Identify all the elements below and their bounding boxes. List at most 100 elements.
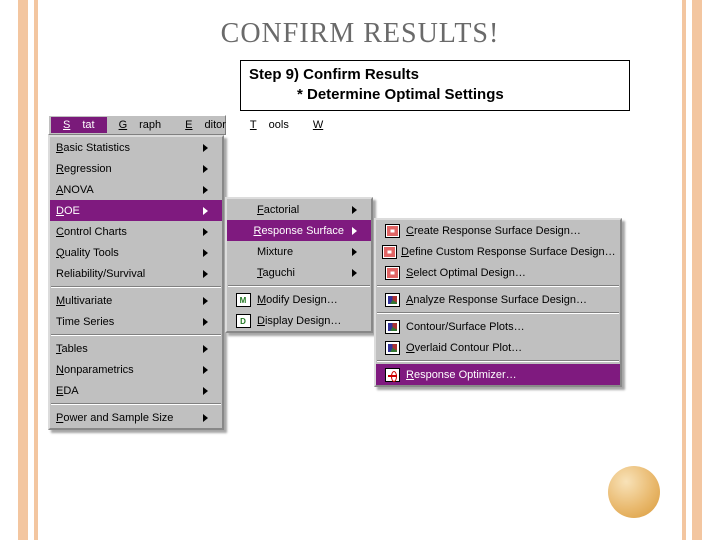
menu-item-label: Time Series — [56, 316, 195, 328]
menu-item[interactable]: Basic Statistics — [50, 137, 222, 158]
submenu-arrow-icon — [203, 345, 208, 353]
submenu-arrow-icon — [203, 144, 208, 152]
menu-item[interactable]: Response Optimizer… — [376, 364, 620, 385]
menu-item[interactable]: Create Response Surface Design… — [376, 220, 620, 241]
menu-item[interactable]: Factorial — [227, 199, 371, 220]
menu-item-label: Contour/Surface Plots… — [406, 321, 606, 333]
menu-item[interactable]: Multivariate — [50, 290, 222, 311]
submenu-arrow-icon — [203, 270, 208, 278]
blank-icon — [233, 223, 249, 239]
submenu-arrow-icon — [352, 269, 357, 277]
blank-icon — [233, 244, 253, 260]
submenu-arrow-icon — [352, 227, 357, 235]
menu-item-label: Quality Tools — [56, 247, 195, 259]
page-title: CONFIRM RESULTS! — [0, 18, 720, 50]
submenu-arrow-icon — [352, 248, 357, 256]
menu-item[interactable]: Select Optimal Design… — [376, 262, 620, 283]
menu-item[interactable]: MModify Design… — [227, 289, 371, 310]
menu-separator — [51, 334, 221, 336]
menu-item-label: Regression — [56, 163, 195, 175]
menu-item[interactable]: Overlaid Contour Plot… — [376, 337, 620, 358]
menu-separator — [228, 285, 370, 287]
menu-item-label: Response Surface — [253, 225, 344, 237]
menu-item-label: Tables — [56, 343, 195, 355]
menu-item[interactable]: Contour/Surface Plots… — [376, 316, 620, 337]
grid-icon — [382, 223, 402, 239]
response-surface-submenu: Create Response Surface Design… Define Cu… — [374, 218, 622, 387]
menu-item[interactable]: Nonparametrics — [50, 359, 222, 380]
menu-item[interactable]: Regression — [50, 158, 222, 179]
menu-item[interactable]: DOE — [50, 200, 222, 221]
menu-item-label: Control Charts — [56, 226, 195, 238]
menu-item-label: Mixture — [257, 246, 344, 258]
opt-icon — [382, 367, 402, 383]
menu-editor[interactable]: Editor — [173, 117, 238, 133]
menu-item[interactable]: Mixture — [227, 241, 371, 262]
blank-icon — [233, 202, 253, 218]
menu-item[interactable]: Quality Tools — [50, 242, 222, 263]
menu-item-label: EDA — [56, 385, 195, 397]
menu-item-label: Power and Sample Size — [56, 412, 195, 424]
menu-item[interactable]: Response Surface — [227, 220, 371, 241]
menu-item[interactable]: Time Series — [50, 311, 222, 332]
step-callout: Step 9) Confirm Results * Determine Opti… — [240, 60, 630, 111]
submenu-arrow-icon — [203, 297, 208, 305]
chart-icon — [382, 292, 402, 308]
menubar: Stat Graph Editor Tools W — [48, 115, 226, 135]
menu-separator — [377, 285, 619, 287]
submenu-arrow-icon — [203, 414, 208, 422]
submenu-arrow-icon — [203, 165, 208, 173]
menu-item-label: Multivariate — [56, 295, 195, 307]
menu-item[interactable]: Power and Sample Size — [50, 407, 222, 428]
submenu-arrow-icon — [203, 318, 208, 326]
menu-item[interactable]: EDA — [50, 380, 222, 401]
step-line-1: Step 9) Confirm Results — [249, 65, 621, 85]
stat-menu: Basic Statistics Regression ANOVA DOE Contro… — [48, 135, 224, 430]
menu-item-label: Basic Statistics — [56, 142, 195, 154]
grid-icon — [382, 244, 397, 260]
doe-submenu: Factorial Response Surface Mixture Taguchi M… — [225, 197, 373, 333]
chart-icon — [382, 319, 402, 335]
menu-item[interactable]: Tables — [50, 338, 222, 359]
menu-item-label: Overlaid Contour Plot… — [406, 342, 606, 354]
menu-item[interactable]: Define Custom Response Surface Design… — [376, 241, 620, 262]
menu-separator — [51, 286, 221, 288]
menu-graph[interactable]: Graph — [107, 117, 174, 133]
menu-separator — [51, 403, 221, 405]
chart-icon — [382, 340, 402, 356]
menu-separator — [377, 312, 619, 314]
menu-item-label: Select Optimal Design… — [406, 267, 606, 279]
submenu-arrow-icon — [203, 387, 208, 395]
menu-item-label: Reliability/Survival — [56, 268, 195, 280]
menu-item[interactable]: Analyze Response Surface Design… — [376, 289, 620, 310]
MOD-icon: M — [233, 292, 253, 308]
menu-item[interactable]: Taguchi — [227, 262, 371, 283]
decorative-circle — [608, 466, 660, 518]
menu-item-label: Response Optimizer… — [406, 369, 606, 381]
menu-separator — [377, 360, 619, 362]
menu-item[interactable]: Reliability/Survival — [50, 263, 222, 284]
submenu-arrow-icon — [203, 249, 208, 257]
grid-icon — [382, 265, 402, 281]
submenu-arrow-icon — [203, 228, 208, 236]
step-line-2: * Determine Optimal Settings — [249, 85, 621, 105]
menu-item-label: Analyze Response Surface Design… — [406, 294, 606, 306]
blank-icon — [233, 265, 253, 281]
submenu-arrow-icon — [203, 207, 208, 215]
menu-item[interactable]: DDisplay Design… — [227, 310, 371, 331]
submenu-arrow-icon — [203, 186, 208, 194]
menu-item-label: Factorial — [257, 204, 344, 216]
menu-item-label: Nonparametrics — [56, 364, 195, 376]
menu-item-label: Define Custom Response Surface Design… — [401, 246, 616, 258]
menu-item-label: DOE — [56, 205, 195, 217]
menu-item-label: Create Response Surface Design… — [406, 225, 606, 237]
menu-window[interactable]: W — [301, 117, 335, 133]
menu-stat[interactable]: Stat — [51, 117, 107, 133]
menu-item-label: Display Design… — [257, 315, 357, 327]
submenu-arrow-icon — [352, 206, 357, 214]
submenu-arrow-icon — [203, 366, 208, 374]
menu-item-label: Taguchi — [257, 267, 344, 279]
menu-item[interactable]: ANOVA — [50, 179, 222, 200]
menu-item[interactable]: Control Charts — [50, 221, 222, 242]
menu-tools[interactable]: Tools — [238, 117, 301, 133]
